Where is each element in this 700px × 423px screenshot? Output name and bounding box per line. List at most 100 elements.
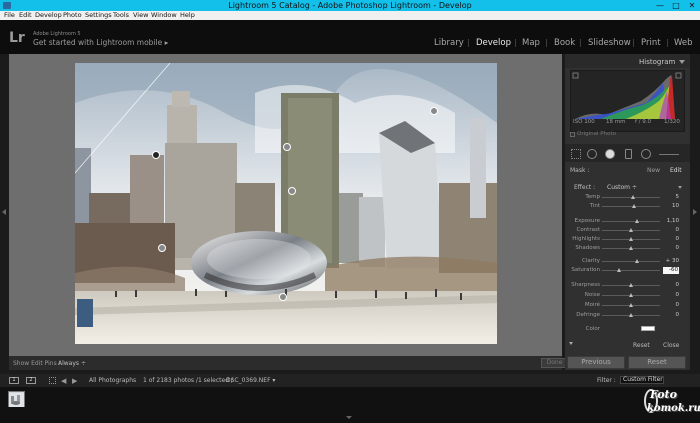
menu-settings[interactable]: Settings	[85, 11, 112, 20]
module-web[interactable]: Web	[674, 38, 693, 48]
menu-tools[interactable]: Tools	[113, 11, 129, 20]
slider-value[interactable]: 5	[663, 194, 680, 200]
module-slideshow[interactable]: Slideshow	[588, 38, 631, 48]
slider-track[interactable]	[602, 221, 660, 222]
menu-edit[interactable]: Edit	[19, 11, 32, 20]
menu-view[interactable]: View	[133, 11, 148, 20]
reset-button[interactable]: Reset	[628, 356, 686, 369]
red-eye-tool-icon[interactable]	[605, 149, 615, 159]
filmstrip-thumbnail[interactable]	[8, 391, 25, 407]
slider-knob[interactable]	[632, 204, 637, 208]
slider-saturation[interactable]: Saturation -60	[565, 266, 690, 275]
slider-highlights[interactable]: Highlights 0	[565, 235, 690, 244]
slider-temp[interactable]: Temp 5	[565, 193, 690, 202]
collapse-filmstrip-icon[interactable]	[346, 416, 352, 419]
develop-bottom-buttons: Previous Reset	[565, 356, 690, 370]
original-photo-checkbox[interactable]	[570, 132, 575, 137]
saturation-input[interactable]: -60	[663, 267, 679, 274]
minimize-button[interactable]: —	[652, 0, 668, 11]
slider-knob[interactable]	[629, 246, 633, 250]
maximize-button[interactable]: □	[668, 0, 684, 11]
back-arrow-icon[interactable]: ◀	[61, 377, 66, 385]
slider-knob[interactable]	[634, 259, 639, 263]
slider-contrast[interactable]: Contrast 0	[565, 226, 690, 235]
collapse-histogram-icon[interactable]	[679, 60, 685, 64]
module-print[interactable]: Print	[641, 38, 661, 48]
collapse-right-panel-icon[interactable]	[693, 209, 697, 215]
slider-knob[interactable]	[631, 195, 636, 199]
original-photo-label: Original Photo	[577, 131, 616, 137]
slider-track[interactable]	[602, 261, 660, 262]
slider-knob[interactable]	[634, 219, 639, 223]
slider-track[interactable]	[602, 270, 660, 271]
menu-window[interactable]: Window	[151, 11, 177, 20]
slider-value[interactable]: 1,10	[663, 218, 679, 224]
menu-file[interactable]: File	[4, 11, 15, 20]
show-edit-pins-select[interactable]: Always ÷	[58, 360, 86, 367]
effect-collapse-icon[interactable]	[678, 186, 682, 189]
photo-preview[interactable]	[75, 63, 497, 344]
forward-arrow-icon[interactable]: ▶	[72, 377, 77, 385]
module-library[interactable]: Library	[434, 38, 464, 48]
color-swatch[interactable]	[641, 326, 655, 331]
slider-knob[interactable]	[629, 313, 633, 317]
graduated-filter-tool-icon[interactable]	[625, 149, 632, 159]
site-watermark: Foto komok.ru	[640, 387, 700, 423]
menu-develop[interactable]: Develop	[35, 11, 62, 20]
slider-value[interactable]: 0	[663, 282, 680, 288]
slider-noise[interactable]: Noise 0	[565, 291, 690, 300]
effect-preset-select[interactable]: Custom ÷	[607, 184, 637, 191]
slider-track[interactable]	[602, 206, 660, 207]
slider-defringe[interactable]: Defringe 0	[565, 311, 690, 320]
slider-sharpness[interactable]: Sharpness 0	[565, 281, 690, 290]
panel-actions: Reset Close	[565, 339, 690, 351]
adjustment-brush-tool-icon[interactable]	[659, 154, 679, 155]
filename-menu[interactable]: DSC_0369.NEF ▾	[226, 377, 275, 384]
slider-value[interactable]: 0	[663, 312, 680, 318]
module-map[interactable]: Map	[522, 38, 540, 48]
slider-value[interactable]: 0	[663, 302, 680, 308]
histogram-header[interactable]: Histogram	[565, 54, 690, 68]
right-panel: Histogram ISO 100 18 mm f / 9.0 1/320 Or…	[565, 54, 690, 370]
slider-shadows[interactable]: Shadows 0	[565, 244, 690, 253]
slider-moire[interactable]: Moiré 0	[565, 301, 690, 310]
slider-value[interactable]: 0	[663, 236, 680, 242]
slider-knob[interactable]	[629, 237, 633, 241]
secondary-monitor-button[interactable]: 2	[26, 377, 36, 384]
image-canvas[interactable]	[9, 54, 562, 356]
menu-photo[interactable]: Photo	[63, 11, 82, 20]
module-book[interactable]: Book	[554, 38, 575, 48]
mask-edit-button[interactable]: Edit	[670, 167, 682, 174]
done-button[interactable]: Done	[541, 358, 568, 368]
panel-close-button[interactable]: Close	[663, 342, 679, 349]
source-label[interactable]: All Photographs	[89, 377, 136, 384]
slider-knob[interactable]	[629, 293, 633, 297]
slider-tint[interactable]: Tint 10	[565, 202, 690, 211]
slider-knob[interactable]	[617, 268, 622, 272]
slider-clarity[interactable]: Clarity + 30	[565, 257, 690, 266]
spot-removal-tool-icon[interactable]	[587, 149, 597, 159]
mobile-promo-link[interactable]: Get started with Lightroom mobile ▸	[33, 38, 168, 47]
previous-button[interactable]: Previous	[567, 356, 625, 369]
radial-filter-tool-icon[interactable]	[641, 149, 651, 159]
slider-value[interactable]: 10	[663, 203, 679, 209]
primary-monitor-button[interactable]: 1	[9, 377, 19, 384]
close-button[interactable]: ✕	[684, 0, 700, 11]
panel-collapse-icon[interactable]	[569, 342, 573, 345]
filter-select[interactable]: Custom Filter	[620, 376, 664, 384]
slider-knob[interactable]	[629, 303, 633, 307]
slider-value[interactable]: 0	[663, 292, 680, 298]
panel-reset-button[interactable]: Reset	[633, 342, 650, 349]
slider-value[interactable]: + 30	[663, 258, 679, 264]
menu-help[interactable]: Help	[180, 11, 195, 20]
slider-knob[interactable]	[629, 283, 633, 287]
grid-view-icon[interactable]	[49, 377, 56, 384]
slider-exposure[interactable]: Exposure 1,10	[565, 217, 690, 226]
module-develop[interactable]: Develop	[476, 38, 511, 48]
mask-new-button[interactable]: New	[647, 167, 660, 174]
slider-value[interactable]: 0	[663, 227, 680, 233]
crop-overlay-tool-icon[interactable]	[571, 149, 581, 159]
expand-left-panel-icon[interactable]	[2, 209, 6, 215]
slider-knob[interactable]	[629, 228, 633, 232]
slider-value[interactable]: 0	[663, 245, 680, 251]
